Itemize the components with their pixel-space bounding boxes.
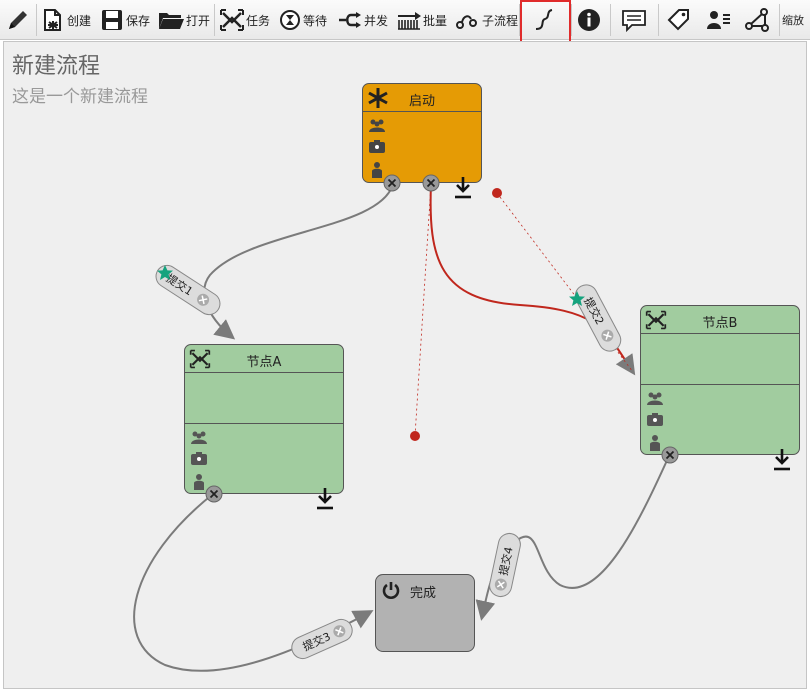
start-node-header: 启动 (363, 84, 481, 112)
group-icon (646, 390, 664, 409)
control-handle[interactable] (492, 188, 502, 198)
node-b-name: 节点B (702, 316, 738, 331)
control-handle-line-1 (414, 183, 432, 437)
node-a-name: 节点A (246, 355, 282, 370)
node-b[interactable]: 节点B (640, 305, 800, 471)
start-node[interactable]: 启动 (362, 83, 482, 199)
transition-3-label[interactable]: 提交3 (288, 616, 355, 662)
end-node-name: 完成 (410, 586, 437, 601)
delete-transition-icon[interactable] (661, 446, 679, 464)
transition-1-wire[interactable] (203, 183, 394, 340)
delete-transition-icon[interactable] (383, 174, 401, 192)
node-b-body (641, 333, 799, 385)
id-card-icon (646, 412, 664, 431)
end-node[interactable]: 完成 (375, 574, 475, 652)
delete-transition-icon[interactable] (205, 485, 223, 503)
group-icon (368, 117, 386, 136)
transition-4-label[interactable]: 提交4 (488, 531, 523, 598)
group-icon (190, 429, 208, 448)
transition-2-label[interactable]: 提交2 (571, 281, 624, 355)
start-node-name: 启动 (408, 94, 435, 109)
id-card-icon (368, 139, 386, 158)
download-arrow-icon[interactable] (773, 448, 791, 472)
control-handle[interactable] (410, 431, 420, 441)
node-a-body (185, 372, 343, 424)
node-a[interactable]: 节点A (184, 344, 344, 510)
node-a-header: 节点A (185, 345, 343, 373)
download-arrow-icon[interactable] (454, 176, 472, 200)
download-arrow-icon[interactable] (316, 487, 334, 511)
transition-1-label[interactable]: 提交1 (152, 261, 224, 319)
delete-transition-icon[interactable] (422, 174, 440, 192)
power-icon (382, 582, 400, 599)
id-card-icon (190, 451, 208, 470)
node-b-header: 节点B (641, 306, 799, 334)
